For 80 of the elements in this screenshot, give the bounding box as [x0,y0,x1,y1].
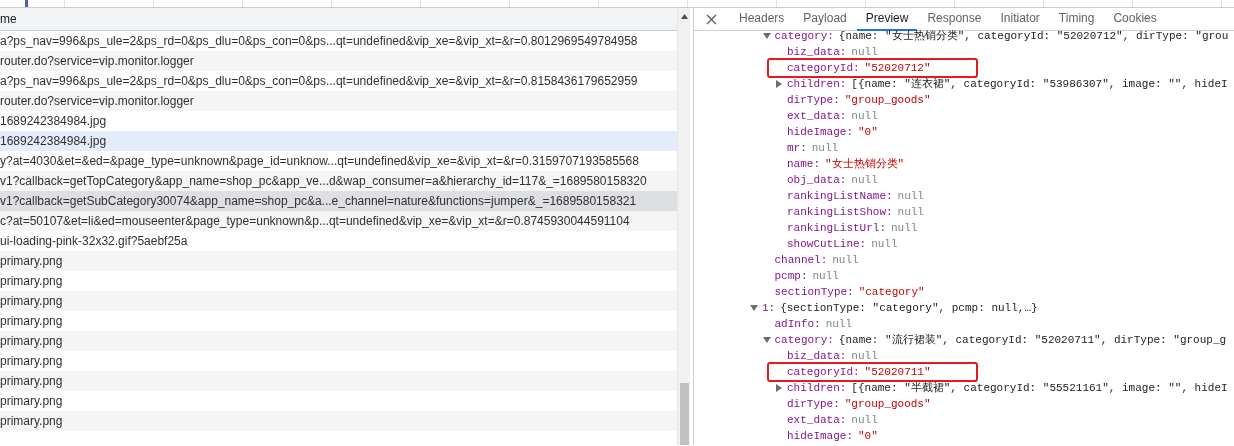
json-key: hideImage: [787,124,853,140]
json-key: rankingListShow: [787,204,893,220]
tab[interactable]: Timing [1049,8,1104,31]
tab[interactable]: Payload [794,8,856,31]
tab[interactable]: Preview [856,8,918,31]
json-key: children: [787,76,847,92]
json-value: [{name: "连衣裙", categoryId: "53986307", image: "", hideI [851,77,1228,92]
json-value: "0" [857,429,878,444]
json-key: 1: [762,300,776,316]
json-value: "0" [857,125,878,140]
json-value: null [812,269,839,284]
json-value: [{name: "半截裙", categoryId: "55521161", image: "", hideI [851,381,1228,396]
scroll-up-icon[interactable] [680,13,688,19]
json-value: {name: "流行裙装", categoryId: "52020711", dirType: "group_g [838,333,1227,348]
json-value: "category" [858,285,925,300]
request-row[interactable]: v1?callback=getSubCategory30074&app_name=shop_pc&a...e_channel=nature&functions=jumper&_=1689580158321 [0,191,677,211]
request-row[interactable]: primary.png [0,371,677,391]
tab[interactable]: Cookies [1104,8,1166,31]
json-key: pcmp: [774,268,808,284]
json-value: "group_goods" [844,93,931,108]
expanded-triangle-icon[interactable] [750,304,758,312]
json-value: null [825,317,853,332]
json-key: dirType: [787,92,840,108]
column-header[interactable]: me [0,8,677,31]
request-row[interactable]: primary.png [0,251,677,271]
request-row[interactable]: v1?callback=getTopCategory&app_name=shop_pc&app_ve...d&wap_consumer=a&hierarchy_id=117&_=1689580158320 [0,171,677,191]
json-value: null [851,109,878,124]
timeline-marker [25,0,28,7]
json-key: adInfo: [774,316,821,332]
expanded-triangle-icon[interactable] [762,32,771,40]
json-key: children: [787,380,847,396]
json-value: null [871,237,898,252]
request-row[interactable]: primary.png [0,291,677,311]
json-value: null [897,189,924,204]
json-value: null [851,349,878,364]
json-value: {sectionType: "category", pcmp: null,…} [780,301,1038,316]
json-key: mr: [787,140,807,156]
json-value: "女士热销分类" [824,157,905,172]
json-value: null [897,205,924,220]
json-key: hideImage: [787,428,853,444]
json-key: ext_data: [787,108,847,124]
request-row[interactable]: router.do?service=vip.monitor.logger [0,51,677,71]
json-key: name: [787,156,820,172]
json-value: "52020712" [864,61,931,76]
close-icon[interactable] [706,13,717,25]
json-key: category: [774,28,834,44]
json-key: rankingListUrl: [787,220,887,236]
json-value: "52020711" [864,365,931,380]
json-key: biz_data: [787,348,847,364]
request-row[interactable]: primary.png [0,331,677,351]
json-value: null [890,221,918,236]
json-value: null [832,253,859,268]
json-value: {name: "女士热销分类", categoryId: "52020712", dirType: "grou [838,29,1229,44]
scrollbar-thumb[interactable] [680,383,689,445]
expanded-triangle-icon[interactable] [762,336,771,344]
json-key: channel: [774,252,828,268]
json-value: null [811,141,839,156]
collapsed-triangle-icon[interactable] [775,384,783,392]
request-row[interactable]: 1689242384984.jpg [0,131,677,151]
json-key: obj_data: [787,172,847,188]
json-value: null [851,413,878,428]
json-key: biz_data: [787,44,847,60]
json-key: sectionType: [774,284,854,300]
request-row[interactable]: router.do?service=vip.monitor.logger [0,91,677,111]
json-value: "group_goods" [844,397,931,412]
tab[interactable]: Initiator [991,8,1049,31]
request-row[interactable]: c?at=50107&et=li&ed=mouseenter&page_type=unknown&p...qt=undefined&vip_xe=&vip_xt=&r=0.8745930044591104 [0,211,677,231]
json-key: category: [774,332,834,348]
json-key: categoryId: [787,60,860,76]
json-key: categoryId: [787,364,860,380]
json-key: ext_data: [787,412,847,428]
json-key: showCutLine: [787,236,867,252]
request-row[interactable]: primary.png [0,411,677,431]
tab[interactable]: Headers [730,8,794,31]
json-value: null [851,173,878,188]
json-key: rankingListName: [787,188,893,204]
json-key: dirType: [787,396,840,412]
tab[interactable]: Response [918,8,991,31]
json-value: null [851,45,878,60]
collapsed-triangle-icon[interactable] [775,80,783,88]
